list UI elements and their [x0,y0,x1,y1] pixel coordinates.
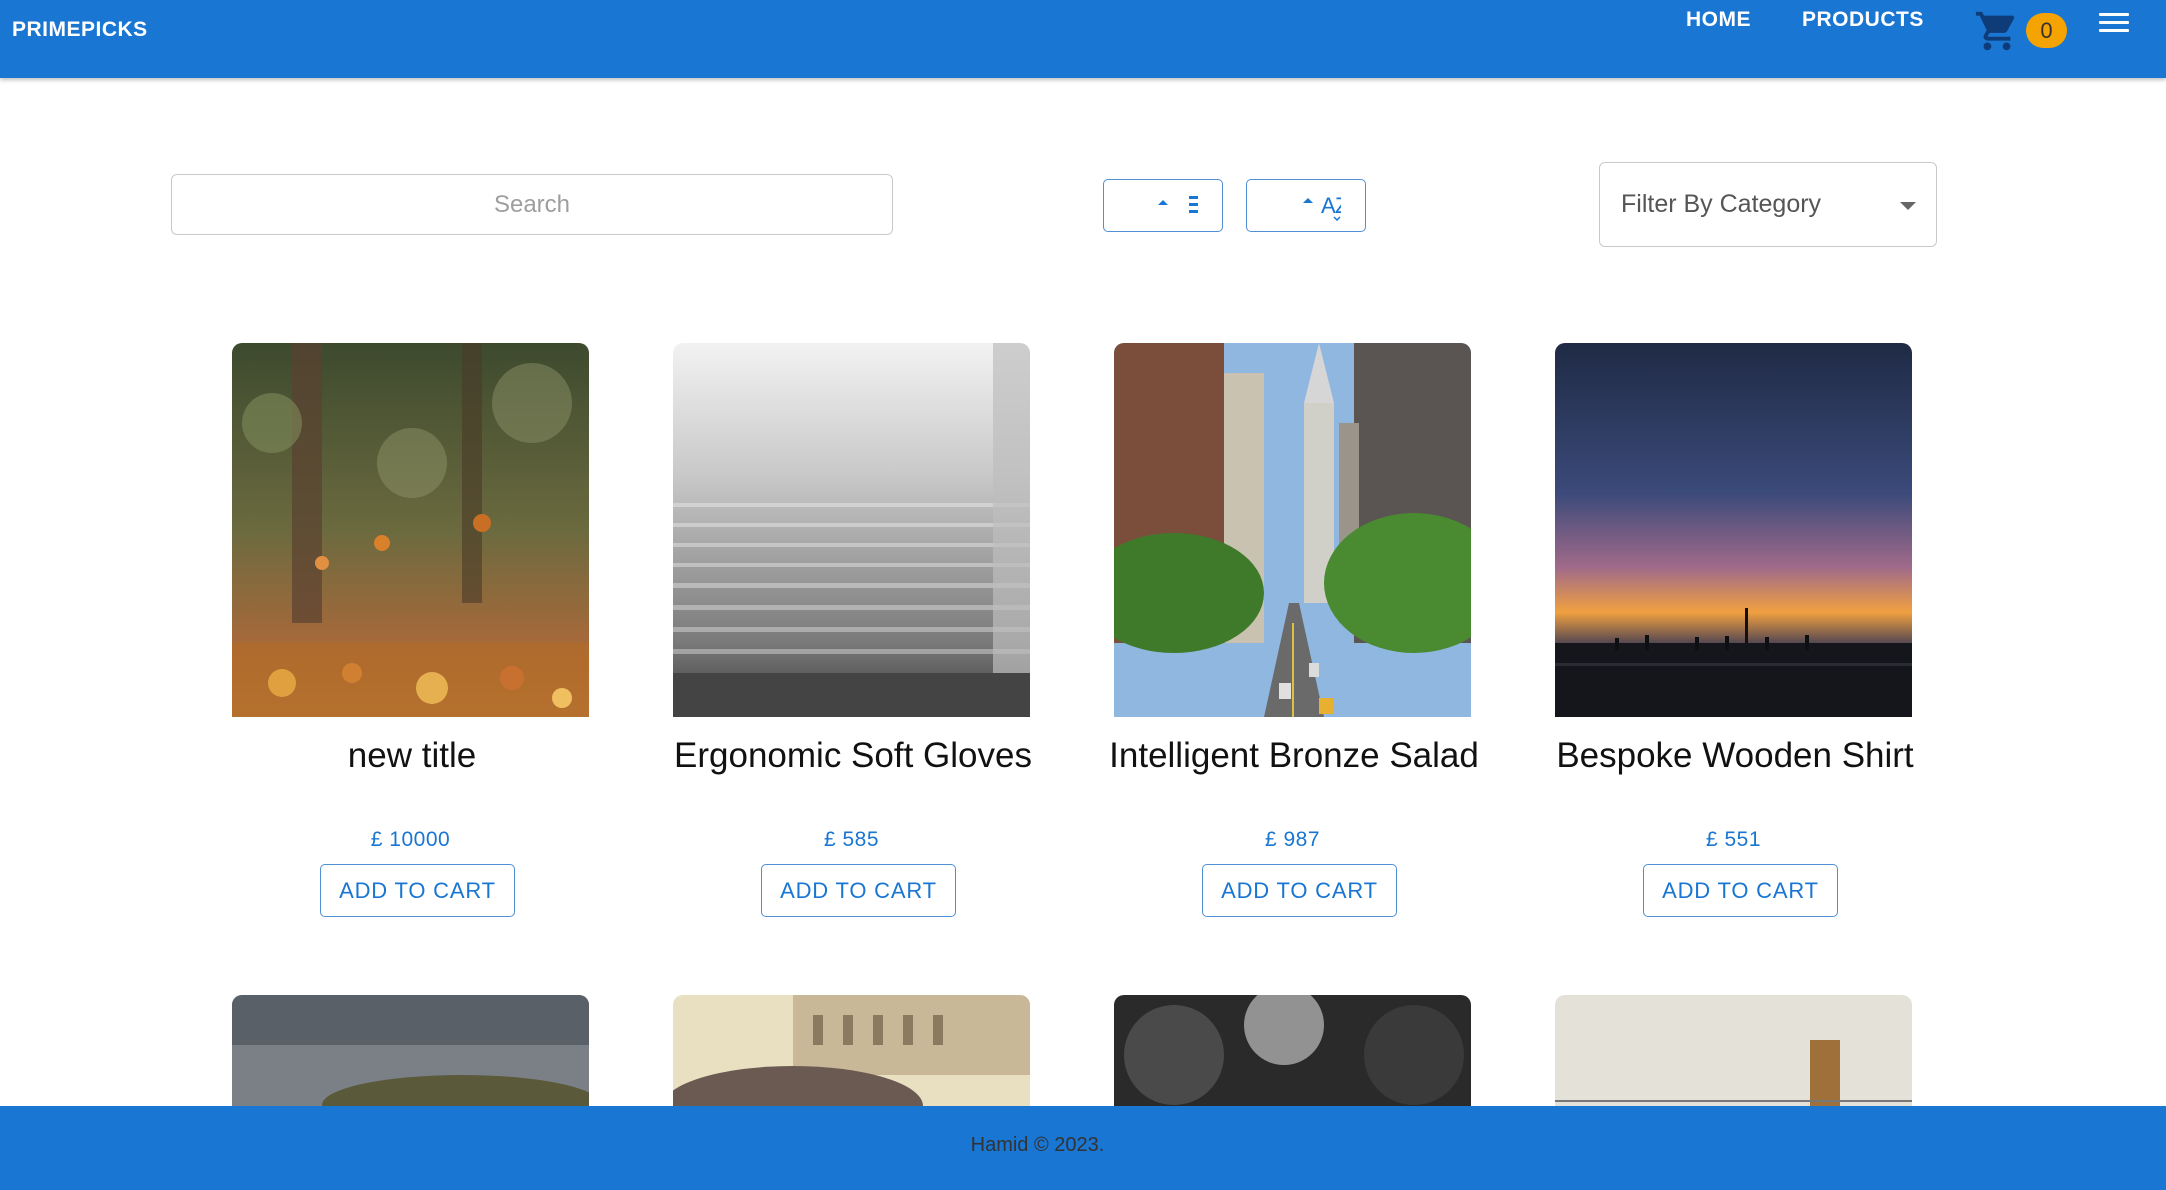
app-bar: PRIMEPICKS HOME PRODUCTS 0 [0,0,2166,78]
product-image-misty-stairs[interactable] [673,343,1030,717]
product-title: Ergonomic Soft Gloves [674,736,1032,775]
product-image-forest-canopy[interactable] [1114,995,1471,1106]
nav-products[interactable]: PRODUCTS [1802,8,1924,32]
add-to-cart-button[interactable]: ADD TO CART [761,864,956,917]
svg-text:Z: Z [1335,193,1341,218]
product-title: Intelligent Bronze Salad [1109,736,1479,775]
product-price: £ 10000 [370,828,451,851]
add-to-cart-button[interactable]: ADD TO CART [1643,864,1838,917]
product-title: Bespoke Wooden Shirt [1556,736,1914,775]
filter-by-category-select[interactable]: Filter By Category [1599,162,1937,247]
footer-copyright: Hamid © 2023. [970,1134,1105,1156]
product-price: £ 551 [1705,828,1762,851]
product-image-stormy-hills[interactable] [232,995,589,1106]
svg-text:A: A [1321,193,1336,218]
product-price: £ 585 [823,828,880,851]
product-image-city-street[interactable] [1114,343,1471,717]
dropdown-arrow-icon [1900,202,1916,210]
filter-label: Filter By Category [1621,190,1822,218]
product-image-sunset-pier[interactable] [1555,343,1912,717]
product-title: new title [347,736,477,775]
sort-by-name-button[interactable]: A Z [1246,179,1366,232]
search-input[interactable] [171,174,893,235]
product-image-autumn-leaves[interactable] [232,343,589,717]
product-image-vintage-car[interactable] [673,995,1030,1106]
product-price: £ 987 [1264,828,1321,851]
add-to-cart-button[interactable]: ADD TO CART [320,864,515,917]
sort-by-price-button[interactable] [1103,179,1223,232]
cart-count-badge: 0 [2026,13,2067,48]
sort-arrow-up-az-icon: A Z [1303,193,1348,222]
nav-home[interactable]: HOME [1686,8,1751,32]
add-to-cart-button[interactable]: ADD TO CART [1202,864,1397,917]
sort-arrow-up-lines-icon [1158,196,1215,213]
cart-icon[interactable] [1974,8,2020,54]
brand-logo[interactable]: PRIMEPICKS [12,18,148,42]
hamburger-menu-icon[interactable] [2099,13,2129,35]
footer: Hamid © 2023. [0,1106,2166,1190]
product-image-wooden-post[interactable] [1555,995,1912,1106]
